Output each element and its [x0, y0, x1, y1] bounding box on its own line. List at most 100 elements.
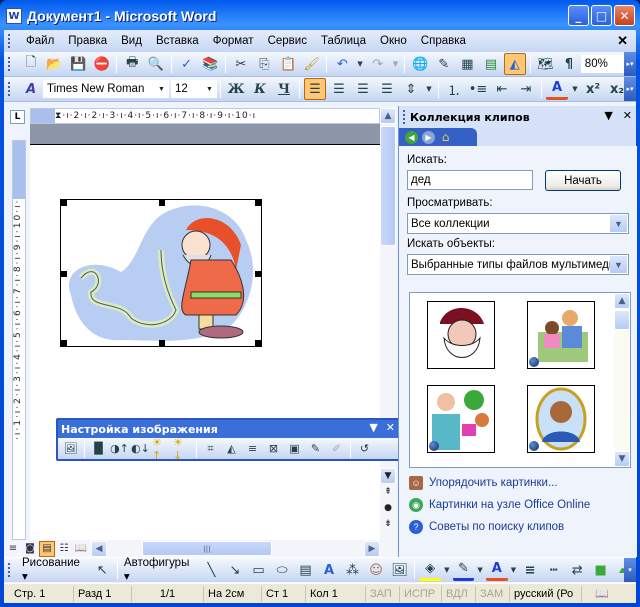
open-icon[interactable]: 📂 [44, 53, 66, 75]
numbering-icon[interactable]: ⒈ [443, 78, 465, 100]
line-style-icon[interactable]: ≡ [243, 439, 262, 458]
inserted-clipart-image[interactable] [60, 199, 262, 347]
scroll-up-icon[interactable]: ▲ [614, 293, 630, 309]
hyperlink-icon[interactable]: 🌐 [409, 53, 431, 75]
align-left-icon[interactable]: ☰ [304, 78, 326, 100]
resize-handle[interactable] [255, 200, 261, 206]
insert-table-icon[interactable]: ▦ [457, 53, 479, 75]
close-button[interactable]: ✕ [614, 5, 635, 26]
task-pane-close-icon[interactable]: ✕ [623, 109, 632, 122]
clip-result-grandfather-child[interactable] [527, 301, 595, 369]
text-box-icon[interactable]: ▤ [295, 559, 317, 581]
toolbar-grip[interactable] [8, 57, 11, 71]
underline-button[interactable]: Ч [273, 78, 295, 100]
toolbar-grip[interactable] [8, 82, 11, 96]
forward-icon[interactable]: ▶ [422, 130, 435, 144]
media-types-select[interactable]: Выбранные типы файлов мультимеди ▼ [407, 254, 629, 275]
font-color-dropdown-icon[interactable]: ▼ [570, 78, 580, 100]
document-page[interactable] [30, 144, 380, 540]
more-contrast-icon[interactable]: ◑↑ [110, 439, 129, 458]
fill-color-icon[interactable]: ◈ [419, 559, 441, 581]
decrease-indent-icon[interactable]: ⇤ [491, 78, 513, 100]
spelling-status-icon[interactable]: 📖 [582, 586, 622, 602]
spelling-icon[interactable]: ✓ [176, 53, 198, 75]
scroll-thumb[interactable] [380, 126, 396, 246]
search-tips-link[interactable]: ? Советы по поиску клипов [409, 516, 590, 538]
scroll-up-icon[interactable]: ▲ [380, 108, 396, 124]
web-layout-icon[interactable]: ◙ [22, 541, 38, 557]
rectangle-icon[interactable]: ▭ [248, 559, 270, 581]
menu-table[interactable]: Таблица [314, 35, 373, 47]
less-brightness-icon[interactable]: ☀↓ [173, 436, 192, 462]
clip-result-grandparents-gift[interactable] [427, 385, 495, 453]
resize-handle[interactable] [255, 340, 261, 346]
scroll-left-icon[interactable]: ◀ [91, 540, 107, 557]
wordart-icon[interactable]: A [318, 559, 340, 581]
chevron-down-icon[interactable]: ▼ [610, 215, 627, 232]
font-name-combo[interactable]: Times New Roman ▼ [43, 80, 169, 98]
menu-window[interactable]: Окно [373, 35, 414, 47]
outline-view-icon[interactable]: ☷ [56, 541, 72, 557]
increase-indent-icon[interactable]: ⇥ [515, 78, 537, 100]
menu-help[interactable]: Справка [414, 35, 473, 47]
office-online-link[interactable]: ◉ Картинки на узле Office Online [409, 494, 590, 516]
drawing-menu[interactable]: Рисование ▾ [19, 557, 90, 583]
undo-icon[interactable]: ↶ [331, 53, 353, 75]
toolbar-grip[interactable] [8, 34, 11, 48]
research-icon[interactable]: 📚 [199, 53, 221, 75]
insert-picture-icon[interactable]: 🖼 [389, 559, 411, 581]
font-size-combo[interactable]: 12 ▼ [171, 80, 217, 98]
tables-borders-icon[interactable]: ✎ [433, 53, 455, 75]
menu-edit[interactable]: Правка [61, 35, 114, 47]
search-input[interactable]: дед [407, 170, 533, 190]
task-pane-menu-icon[interactable]: ▼ [604, 109, 612, 122]
diagram-icon[interactable]: ⁂ [342, 559, 364, 581]
toolbar-options-icon[interactable]: ▾ [624, 558, 636, 582]
toolbar-options-icon[interactable]: ▸▾ [624, 52, 636, 76]
menu-insert[interactable]: Вставка [149, 35, 206, 47]
set-transparent-color-icon[interactable]: ✐ [327, 439, 346, 458]
menu-file[interactable]: Файл [19, 35, 61, 47]
resize-handle[interactable] [159, 340, 165, 346]
line-icon[interactable]: ╲ [201, 559, 223, 581]
clip-result-old-man-portrait[interactable] [527, 385, 595, 453]
search-tips-label[interactable]: Советы по поиску клипов [429, 521, 564, 533]
text-wrapping-icon[interactable]: ▣ [285, 439, 304, 458]
chevron-down-icon[interactable]: ▼ [610, 256, 627, 273]
minimize-button[interactable]: _ [568, 5, 589, 26]
save-icon[interactable]: 💾 [67, 53, 89, 75]
status-extend[interactable]: ВДЛ [442, 585, 476, 602]
insert-picture-icon[interactable]: 🖼 [61, 439, 80, 458]
format-picture-icon[interactable]: ✎ [306, 439, 325, 458]
styles-icon[interactable]: A [20, 78, 42, 100]
arrow-icon[interactable]: ↘ [224, 559, 246, 581]
font-color-dropdown-icon[interactable]: ▼ [510, 559, 518, 581]
menu-view[interactable]: Вид [114, 35, 149, 47]
resize-handle[interactable] [255, 271, 261, 277]
scroll-right-icon[interactable]: ▶ [364, 540, 380, 557]
more-brightness-icon[interactable]: ☀↑ [152, 436, 171, 462]
resize-handle[interactable] [159, 200, 165, 206]
print-layout-icon[interactable]: ▤ [39, 540, 55, 557]
collections-select[interactable]: Все коллекции ▼ [407, 213, 629, 234]
status-track-changes[interactable]: ИСПР [400, 585, 442, 602]
toolbar-options-icon[interactable]: ▸▾ [624, 77, 636, 101]
bullets-icon[interactable]: •≡ [467, 78, 489, 100]
permission-icon[interactable]: ⛔ [91, 53, 113, 75]
toolbar-grip[interactable] [403, 110, 406, 124]
reset-picture-icon[interactable]: ↺ [355, 439, 374, 458]
crop-icon[interactable]: ⌗ [201, 439, 220, 458]
organize-clips-label[interactable]: Упорядочить картинки... [429, 477, 558, 489]
previous-page-icon[interactable]: ⇞ [380, 484, 396, 500]
status-record[interactable]: ЗАП [366, 585, 400, 602]
line-style-icon[interactable]: ≡ [519, 559, 541, 581]
document-map-icon[interactable]: 🗺 [535, 53, 557, 75]
tab-selector[interactable]: L [10, 110, 25, 124]
shadow-style-icon[interactable]: ■ [590, 559, 612, 581]
reading-layout-icon[interactable]: 📖 [73, 541, 89, 557]
line-spacing-dropdown-icon[interactable]: ▼ [424, 78, 434, 100]
copy-icon[interactable]: ⎘ [254, 53, 276, 75]
horizontal-ruler[interactable]: ⧗·ı· 2 ·ı· 2 ·ı· 3 ·ı· 4 ·ı· 5 ·ı· 6 ·ı· 7 ·ı· … [30, 108, 380, 124]
format-painter-icon[interactable]: 🖌 [301, 53, 323, 75]
picture-toolbar-title[interactable]: Настройка изображения ▼ ✕ [58, 420, 399, 438]
